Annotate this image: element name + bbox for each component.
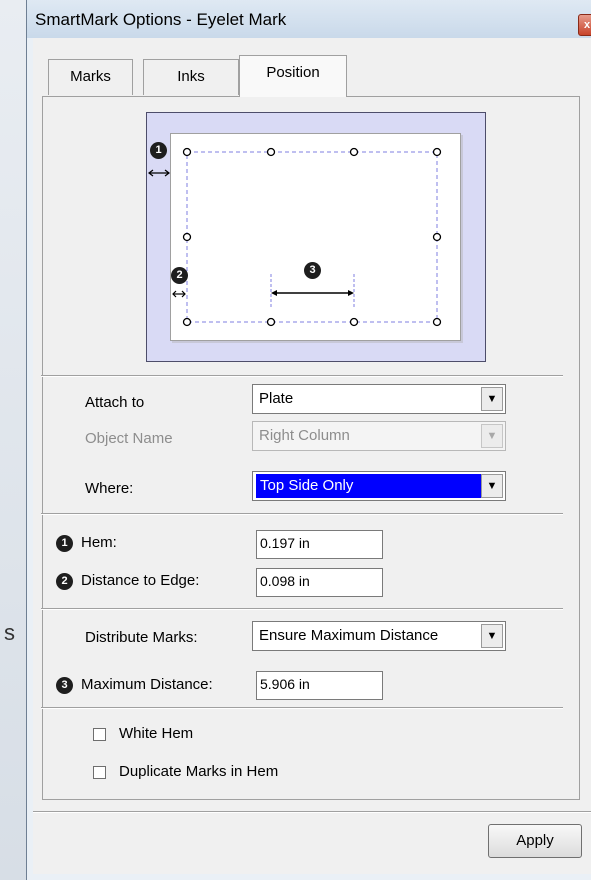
where-label: Where: [85,480,134,497]
background-text-fragment: s [4,620,15,645]
tab-inks[interactable]: Inks [143,59,239,95]
white-hem-checkbox[interactable] [93,728,106,741]
dialog-client-area: Marks Inks Position 1 2 3 Attach to Plat… [33,38,591,874]
attach-to-value: Plate [259,390,294,407]
maximum-distance-number-badge: 3 [56,677,73,694]
distribute-marks-label: Distribute Marks: [85,629,198,646]
distance-to-edge-input[interactable]: 0.098 in [256,568,383,597]
white-hem-label[interactable]: White Hem [119,725,193,742]
chevron-down-icon[interactable]: ▼ [481,624,503,648]
maximum-distance-label: Maximum Distance: [81,676,213,693]
attach-to-label: Attach to [85,394,145,411]
distribute-marks-dropdown[interactable]: Ensure Maximum Distance ▼ [252,621,506,651]
chevron-down-icon: ▼ [481,424,503,448]
separator [41,608,563,610]
tab-marks[interactable]: Marks [48,59,133,95]
distribute-marks-value: Ensure Maximum Distance [259,627,439,644]
apply-button[interactable]: Apply [488,824,582,858]
hem-label: Hem: [81,534,117,551]
dialog-window: SmartMark Options - Eyelet Mark x Marks … [26,0,591,880]
where-value: Top Side Only [256,474,482,498]
hem-indicator [148,169,170,177]
close-button[interactable]: x [578,14,591,36]
distance-to-edge-label: Distance to Edge: [81,572,200,589]
chevron-down-icon[interactable]: ▼ [481,474,503,498]
position-preview: 1 2 3 [146,112,486,362]
tab-position[interactable]: Position [239,55,347,97]
title-bar[interactable]: SmartMark Options - Eyelet Mark x [27,0,591,38]
hem-marker-badge: 1 [150,142,167,159]
object-name-label: Object Name [85,430,173,447]
object-name-dropdown: Right Column ▼ [252,421,506,451]
window-title: SmartMark Options - Eyelet Mark [35,10,287,29]
hem-number-badge: 1 [56,535,73,552]
separator [41,707,563,709]
maximum-distance-input[interactable]: 5.906 in [256,671,383,700]
duplicate-marks-checkbox[interactable] [93,766,106,779]
attach-to-dropdown[interactable]: Plate ▼ [252,384,506,414]
where-dropdown[interactable]: Top Side Only ▼ [252,471,506,501]
separator [41,513,563,515]
chevron-down-icon[interactable]: ▼ [481,387,503,411]
distance-to-edge-number-badge: 2 [56,573,73,590]
separator [33,811,591,813]
maximum-distance-marker-badge: 3 [304,262,321,279]
edge-distance-marker-badge: 2 [171,267,188,284]
hem-input[interactable]: 0.197 in [256,530,383,559]
separator [41,375,563,377]
object-name-value: Right Column [259,427,350,444]
duplicate-marks-label[interactable]: Duplicate Marks in Hem [119,763,278,780]
